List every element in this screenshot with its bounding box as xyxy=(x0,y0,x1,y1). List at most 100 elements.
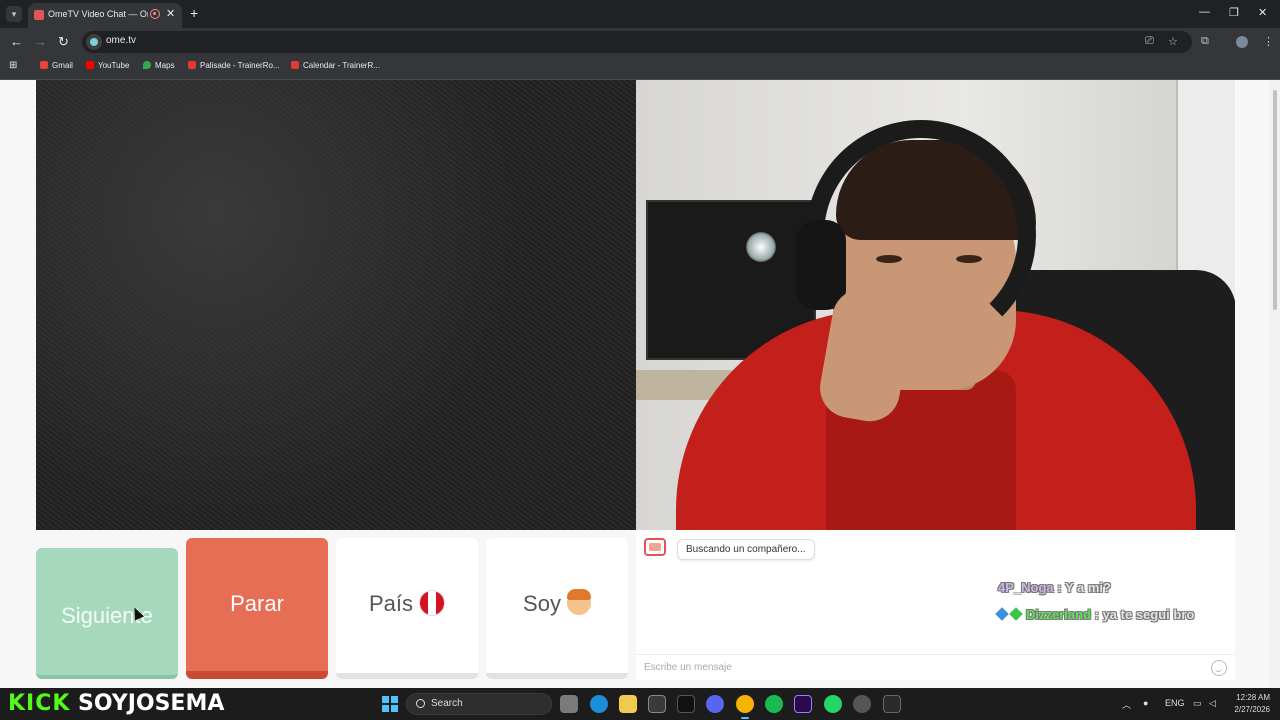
bookmark-star-icon[interactable]: ☆ xyxy=(1168,35,1178,48)
premiere-icon[interactable] xyxy=(794,695,812,713)
windows-taskbar: KICK SOYJOSEMA Search ︿ ● ENG ▭ ◁ 12:28 … xyxy=(0,688,1280,720)
spotify-icon[interactable] xyxy=(765,695,783,713)
gender-button[interactable]: Soy xyxy=(486,538,628,679)
tiktok-icon[interactable] xyxy=(677,695,695,713)
chat-username: Dizzerland xyxy=(1026,607,1092,622)
apps-grid-icon[interactable]: ⊞ xyxy=(9,60,17,71)
bookmark-label: Palisade - TrainerRo... xyxy=(200,61,280,70)
tab-search-button[interactable]: ▾ xyxy=(6,6,22,22)
network-icon[interactable]: ▭ xyxy=(1193,698,1202,709)
extensions-icon[interactable]: ⧉ xyxy=(1201,35,1209,48)
chrome-menu-icon[interactable]: ⋮ xyxy=(1263,35,1274,48)
trainerroad-icon xyxy=(188,61,196,69)
discord-icon[interactable] xyxy=(706,695,724,713)
browser-toolbar: ← → ↻ ome.tv ⎚ ☆ ⧉ ⋮ xyxy=(0,28,1280,56)
country-label: País xyxy=(368,591,414,616)
self-webcam-video xyxy=(636,80,1235,530)
windows-start-icon[interactable] xyxy=(382,696,398,712)
site-info-icon[interactable] xyxy=(86,34,102,50)
page-scrollbar[interactable] xyxy=(1270,80,1280,688)
edge-icon[interactable] xyxy=(590,695,608,713)
country-button[interactable]: País xyxy=(336,538,478,679)
microphone-icon[interactable]: ● xyxy=(1143,698,1148,708)
chat-status-bubble: Buscando un compañero... xyxy=(677,539,815,560)
settings-app-icon[interactable] xyxy=(853,695,871,713)
cast-icon[interactable]: ⎚ xyxy=(1145,35,1154,48)
url-text: ome.tv xyxy=(106,35,137,46)
start-tile xyxy=(391,705,398,712)
whatsapp-icon[interactable] xyxy=(824,695,842,713)
bookmark-label: Calendar - TrainerR... xyxy=(303,61,380,70)
stream-chat-message: Dizzerland : ya te segui bro xyxy=(995,607,1195,622)
scrollbar-thumb[interactable] xyxy=(1273,90,1277,310)
maps-icon xyxy=(143,61,151,69)
bookmark-label: YouTube xyxy=(98,61,130,70)
chat-input-row xyxy=(636,654,1235,680)
folder-icon[interactable] xyxy=(619,695,637,713)
browser-tab[interactable]: OmeTV Video Chat — Ome ✕ xyxy=(28,3,182,28)
terminal-icon[interactable] xyxy=(883,695,901,713)
stop-button[interactable]: Parar xyxy=(186,538,328,679)
trainerroad-icon xyxy=(291,61,299,69)
gem-badge-icon xyxy=(1009,607,1023,621)
gmail-icon xyxy=(40,61,48,69)
partner-video-static xyxy=(36,80,636,530)
search-label: Search xyxy=(431,698,463,709)
store-icon[interactable] xyxy=(648,695,666,713)
youtube-icon xyxy=(86,61,94,69)
bookmark-label: Gmail xyxy=(52,61,73,70)
cube-badge-icon xyxy=(995,607,1009,621)
bookmark-maps[interactable]: Maps xyxy=(143,61,175,70)
taskbar-search[interactable]: Search xyxy=(406,693,552,715)
message-input[interactable] xyxy=(636,655,1196,679)
bookmark-gmail[interactable]: Gmail xyxy=(40,61,73,70)
tray-expand-icon[interactable]: ︿ xyxy=(1122,698,1131,711)
address-bar[interactable]: ome.tv xyxy=(82,31,1192,53)
chrome-icon[interactable] xyxy=(736,695,754,719)
close-window-button[interactable]: ✕ xyxy=(1258,6,1267,19)
language-indicator[interactable]: ENG xyxy=(1165,698,1185,708)
reload-button[interactable]: ↻ xyxy=(58,34,69,50)
taskbar-clock[interactable]: 12:28 AM 2/27/2026 xyxy=(1226,692,1270,716)
back-button[interactable]: ← xyxy=(10,34,23,50)
new-tab-button[interactable]: + xyxy=(190,5,198,21)
clock-date: 2/27/2026 xyxy=(1234,705,1270,714)
next-button[interactable]: Siguiente xyxy=(36,548,178,679)
ometv-page: Siguiente Parar País Soy Buscando un com… xyxy=(0,80,1280,688)
file-explorer-window-icon[interactable] xyxy=(560,695,578,713)
chat-text: ya te segui bro xyxy=(1102,607,1195,622)
gender-label: Soy xyxy=(523,591,561,616)
browser-tab-bar: ▾ OmeTV Video Chat — Ome ✕ + — ❐ ✕ xyxy=(0,0,1280,28)
boy-face-icon xyxy=(566,589,591,615)
bookmark-youtube[interactable]: YouTube xyxy=(86,61,129,70)
bookmark-palisade[interactable]: Palisade - TrainerRo... xyxy=(188,61,280,70)
maximize-button[interactable]: ❐ xyxy=(1229,6,1239,19)
chat-panel: Buscando un compañero... 4P_Noga : Y a m… xyxy=(636,530,1235,680)
bookmark-calendar[interactable]: Calendar - TrainerR... xyxy=(291,61,380,70)
forward-button[interactable]: → xyxy=(34,34,47,50)
chat-text: Y a mi? xyxy=(1064,580,1111,595)
volume-icon[interactable]: ◁ xyxy=(1209,698,1216,709)
webcam-monitor-light xyxy=(746,232,776,262)
emoji-icon[interactable] xyxy=(1211,660,1227,676)
ometv-logo-icon xyxy=(644,538,666,556)
kick-logo: KICK xyxy=(8,691,71,716)
chat-separator: : xyxy=(1091,607,1103,622)
webcam-headphone-earcup xyxy=(796,220,846,310)
chat-username: 4P_Noga xyxy=(998,580,1054,595)
minimize-button[interactable]: — xyxy=(1199,6,1210,18)
clock-time: 12:28 AM xyxy=(1236,693,1270,702)
bookmarks-bar: ⊞ Gmail YouTube Maps Palisade - TrainerR… xyxy=(0,56,1280,80)
tab-close-icon[interactable]: ✕ xyxy=(166,7,175,20)
search-icon xyxy=(416,699,425,708)
stream-chat-message: 4P_Noga : Y a mi? xyxy=(998,580,1111,595)
ometv-favicon-icon xyxy=(34,10,44,20)
streamer-username: SOYJOSEMA xyxy=(78,691,225,716)
start-tile xyxy=(382,696,389,703)
start-tile xyxy=(391,696,398,703)
bookmark-label: Maps xyxy=(155,61,175,70)
profile-avatar[interactable] xyxy=(1236,36,1248,48)
tab-title: OmeTV Video Chat — Ome xyxy=(48,9,148,19)
recording-indicator-icon xyxy=(150,9,160,19)
peru-flag-icon xyxy=(419,590,446,616)
